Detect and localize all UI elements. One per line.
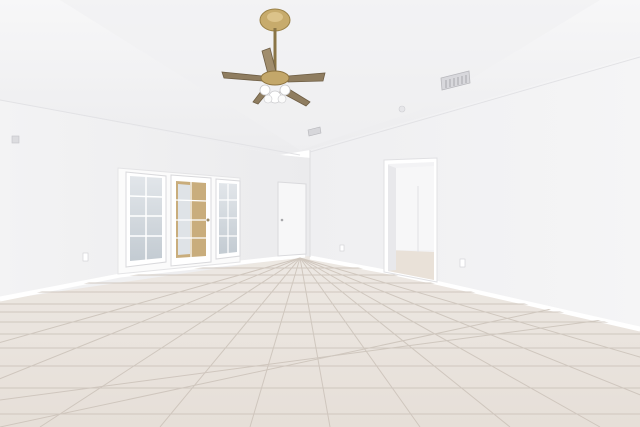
fan-light-bulb [263,94,273,104]
smoke-detector [398,105,406,113]
fan-light-bulb [279,84,291,96]
closet-door [277,181,307,257]
outlet-mid [339,244,345,252]
doorway [383,157,438,283]
wall-sensor [11,135,20,144]
fan-light-bulb [259,84,271,96]
outlet-right [459,258,466,268]
french-doors [117,167,241,275]
fan-light-bulb [277,94,287,104]
room-photo [0,0,640,427]
outlet-left [82,252,89,262]
